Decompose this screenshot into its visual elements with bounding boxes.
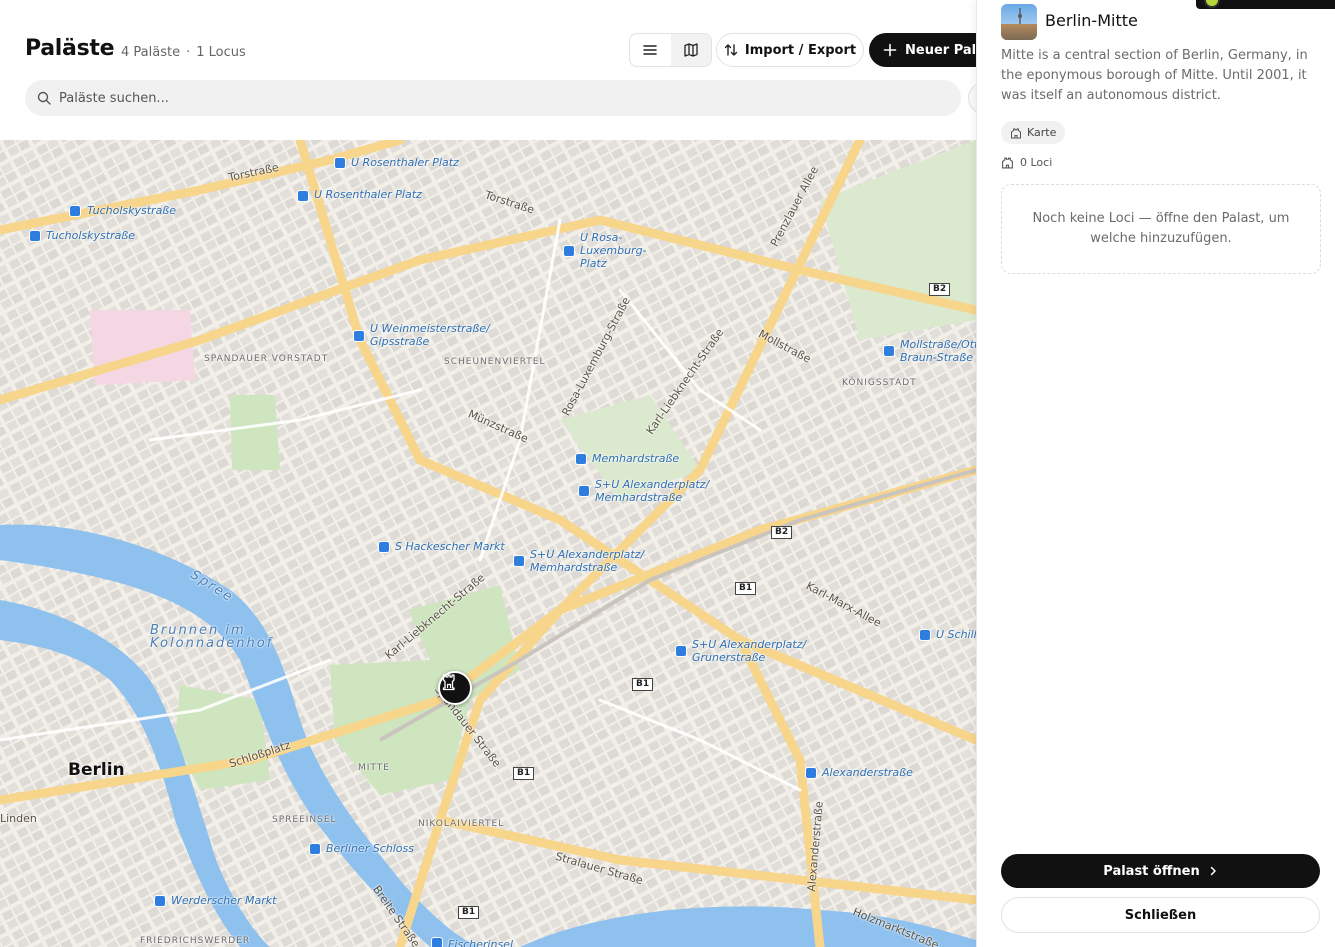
map-view-button[interactable] — [670, 34, 711, 66]
transit-stop-icon[interactable] — [883, 345, 895, 357]
map-label-station: S+U Alexanderplatz/ Memhardstraße — [530, 548, 645, 574]
map-label-district: MITTE — [358, 763, 390, 773]
transit-stop-icon[interactable] — [297, 190, 309, 202]
route-shield: B1 — [513, 767, 535, 780]
loci-count-label: 0 Loci — [1020, 156, 1053, 169]
map-label-station: Berliner Schloss — [326, 842, 414, 855]
map-label-station: S Hackescher Markt — [395, 540, 505, 553]
map-label-station: U Rosenthaler Platz — [314, 188, 422, 201]
route-shield: B2 — [929, 283, 951, 296]
search-input[interactable] — [59, 90, 919, 106]
search-icon — [37, 91, 51, 105]
map-label-station: Tucholskystraße — [46, 229, 136, 242]
arrows-up-down-icon — [724, 44, 738, 56]
transit-stop-icon[interactable] — [431, 937, 443, 947]
locus-count: 1 Locus — [196, 45, 246, 60]
transit-stop-icon[interactable] — [919, 629, 931, 641]
map-label-station: Werderscher Markt — [171, 894, 277, 907]
palace-thumbnail — [1001, 4, 1037, 40]
transit-stop-icon[interactable] — [575, 453, 587, 465]
map-label-station: Memhardstraße — [592, 452, 680, 465]
map-label-city: Berlin — [68, 760, 125, 780]
empty-loci-message: Noch keine Loci — öffne den Palast, um w… — [1001, 184, 1321, 274]
castle-tower-icon — [442, 674, 455, 691]
map-label-station: U Rosenthaler Platz — [351, 156, 459, 169]
transit-stop-icon[interactable] — [805, 767, 817, 779]
palace-count: 4 Paläste — [121, 45, 181, 60]
map-label-station: U Rosa-Luxemburg-Platz — [580, 231, 647, 270]
map-label-street: Linden — [0, 812, 37, 825]
transit-stop-icon[interactable] — [29, 230, 41, 242]
plus-icon — [883, 43, 897, 57]
close-label: Schließen — [1124, 907, 1197, 923]
map-label-district: FRIEDRICHSWERDER — [140, 936, 251, 946]
transit-stop-icon[interactable] — [378, 541, 390, 553]
map-view[interactable]: Berlin SPANDAUER VORSTADT SCHEUNENVIERTE… — [0, 140, 976, 947]
map-label-station: U Schilling — [936, 628, 976, 641]
palace-title: Berlin-Mitte — [1045, 11, 1138, 30]
transit-stop-icon[interactable] — [154, 895, 166, 907]
map-chip-label: Karte — [1027, 126, 1057, 139]
close-button[interactable]: Schließen — [1001, 897, 1320, 933]
tennis-ball-icon — [1204, 0, 1220, 8]
view-toggle — [629, 33, 712, 67]
transit-stop-icon[interactable] — [563, 245, 575, 257]
extension-widget[interactable] — [1196, 0, 1335, 9]
search-bar — [25, 80, 961, 116]
map-label-district: NIKOLAIVIERTEL — [418, 819, 505, 829]
map-label-district: SPANDAUER VORSTADT — [204, 354, 329, 364]
route-shield: B1 — [632, 678, 654, 691]
map-label-station: U Weinmeisterstraße/ Gipsstraße — [370, 322, 490, 348]
list-view-button[interactable] — [630, 34, 671, 66]
import-export-button[interactable]: Import / Export — [716, 33, 864, 67]
map-label-district: KÖNIGSSTADT — [842, 378, 917, 388]
palace-description: Mitte is a central section of Berlin, Ge… — [1001, 48, 1308, 103]
chevron-right-icon — [1210, 866, 1216, 876]
map-label-station: Mollstraße/Otto-Braun-Straße — [900, 338, 976, 364]
transit-stop-icon[interactable] — [334, 157, 346, 169]
open-palace-button[interactable]: Palast öffnen — [1001, 854, 1320, 888]
map-label-district: SCHEUNENVIERTEL — [444, 357, 546, 367]
map-label-station: S+U Alexanderplatz/ Grunerstraße — [692, 638, 807, 664]
subtitle-separator: · — [186, 45, 191, 60]
transit-stop-icon[interactable] — [69, 205, 81, 217]
palace-detail-panel: Berlin-Mitte Mitte is a central section … — [976, 0, 1335, 947]
page-subtitle: 4 Paläste · 1 Locus — [121, 45, 246, 60]
map-label-place: Brunnen im Kolonnadenhof — [150, 623, 274, 651]
loci-count-row: 0 Loci — [1001, 156, 1052, 169]
map-icon — [684, 43, 698, 57]
map-label-station: Fischerinsel — [448, 938, 514, 947]
map-label-station: Alexanderstraße — [822, 766, 913, 779]
list-icon — [643, 45, 657, 55]
map-label-station: S+U Alexanderplatz/ Memhardstraße — [595, 478, 710, 504]
open-palace-label: Palast öffnen — [1103, 863, 1200, 879]
page-header: Paläste 4 Paläste · 1 Locus Import / Expor… — [0, 0, 1009, 140]
tv-tower-image — [1018, 8, 1022, 24]
castle-icon — [1002, 157, 1013, 169]
transit-stop-icon[interactable] — [353, 330, 365, 342]
map-chip[interactable]: Karte — [1001, 121, 1066, 144]
transit-stop-icon[interactable] — [309, 843, 321, 855]
route-shield: B2 — [771, 526, 793, 539]
route-shield: B1 — [735, 582, 757, 595]
map-label-district: SPREEINSEL — [272, 815, 337, 825]
page-title: Paläste — [25, 36, 115, 61]
palace-marker[interactable] — [438, 671, 472, 705]
transit-stop-icon[interactable] — [513, 555, 525, 567]
castle-icon — [1011, 128, 1021, 138]
transit-stop-icon[interactable] — [578, 485, 590, 497]
transit-stop-icon[interactable] — [675, 645, 687, 657]
map-label-station: Tucholskystraße — [87, 204, 177, 217]
import-export-label: Import / Export — [744, 42, 857, 58]
route-shield: B1 — [458, 906, 480, 919]
